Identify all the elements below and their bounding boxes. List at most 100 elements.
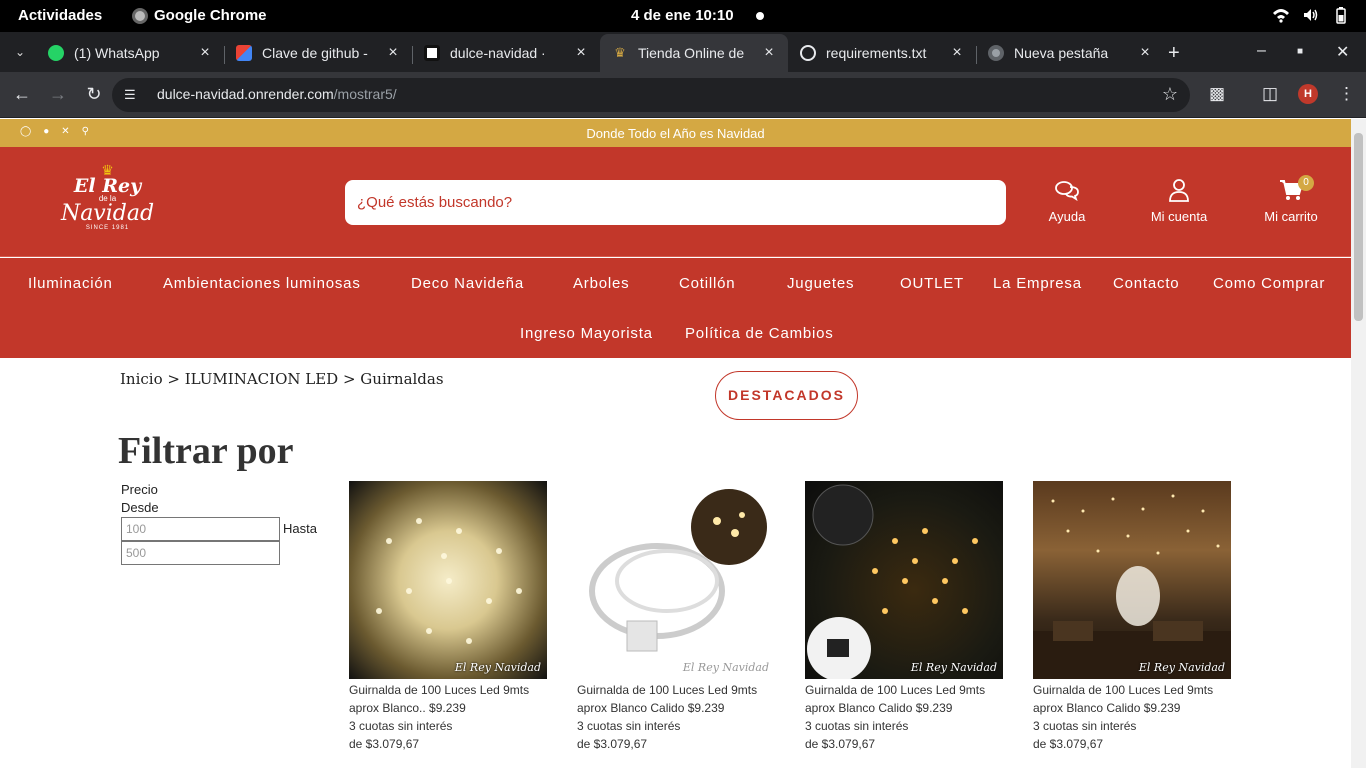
product-installment-price: de $3.079,67	[577, 737, 648, 751]
cart-button[interactable]: Mi carrito 0	[1246, 175, 1336, 224]
promo-bar: ◯ ● ✕ ⚲ Donde Todo el Año es Navidad	[0, 119, 1351, 147]
account-button[interactable]: Mi cuenta	[1134, 177, 1224, 224]
product-image[interactable]: El Rey Navidad	[805, 481, 1003, 679]
tab-tienda-online[interactable]: ♛ Tienda Online de ×	[600, 34, 788, 72]
bookmark-star-icon[interactable]: ☆	[1162, 84, 1178, 105]
product-image[interactable]: El Rey Navidad	[349, 481, 547, 679]
menu-item-ingreso-mayorista[interactable]: Ingreso Mayorista	[520, 325, 653, 342]
tab-whatsapp[interactable]: (1) WhatsApp ×	[36, 34, 224, 72]
menu-item-contacto[interactable]: Contacto	[1113, 275, 1179, 292]
tab-title: Tienda Online de	[638, 45, 745, 61]
web-page: ◯ ● ✕ ⚲ Donde Todo el Año es Navidad ♛ E…	[0, 119, 1351, 768]
menu-item-politica-cambios[interactable]: Política de Cambios	[685, 325, 834, 342]
app-menu[interactable]: Google Chrome	[132, 7, 267, 24]
cart-icon	[1246, 177, 1336, 203]
help-button[interactable]: Ayuda	[1022, 177, 1112, 224]
product-name[interactable]: Guirnalda de 100 Luces Led 9mts aprox Bl…	[1033, 681, 1232, 717]
close-tab-icon[interactable]: ×	[384, 44, 402, 62]
menu-item-iluminacion[interactable]: Iluminación	[28, 275, 113, 292]
event-hall-lights-illustration	[1033, 494, 1231, 679]
product-image[interactable]: El Rey Navidad	[1033, 481, 1231, 679]
destacados-button[interactable]: DESTACADOS	[715, 371, 858, 420]
forward-icon[interactable]: →	[47, 84, 69, 105]
menu-item-deco-navidena[interactable]: Deco Navideña	[411, 275, 524, 292]
url-path: /mostrar5/	[333, 86, 397, 102]
chrome-menu-icon[interactable]: ⋮	[1338, 84, 1355, 104]
crown-icon: ♛	[614, 45, 626, 60]
url-host: dulce-navidad.onrender.com	[157, 86, 334, 102]
site-header: ♛ El Rey de la Navidad SINCE 1981 Ayuda …	[0, 147, 1351, 257]
menu-item-la-empresa[interactable]: La Empresa	[993, 275, 1082, 292]
back-icon[interactable]: ←	[11, 84, 33, 105]
minimize-icon[interactable]: –	[1257, 42, 1266, 60]
menu-item-cotillon[interactable]: Cotillón	[679, 275, 735, 292]
tab-search-button[interactable]: ⌄	[10, 42, 30, 62]
tab-render[interactable]: dulce-navidad · ×	[412, 34, 600, 72]
menu-item-juguetes[interactable]: Juguetes	[787, 275, 854, 292]
volume-icon	[1304, 9, 1318, 21]
extensions-icon[interactable]: ▩	[1209, 84, 1225, 104]
tab-title: Nueva pestaña	[1014, 45, 1109, 61]
close-window-icon[interactable]: ✕	[1336, 42, 1349, 62]
search-input[interactable]	[345, 180, 1006, 225]
reload-icon[interactable]: ↻	[83, 84, 105, 105]
clock[interactable]: 4 de ene 10:10	[631, 7, 734, 24]
product-card[interactable]: El Rey Navidad Guirnalda de 100 Luces Le…	[1033, 481, 1232, 753]
logo-watermark: El Rey Navidad	[682, 661, 769, 674]
menu-item-outlet[interactable]: OUTLET	[900, 275, 964, 292]
from-label: Desde	[121, 500, 159, 515]
system-tray[interactable]	[1272, 6, 1350, 24]
product-card[interactable]: El Rey Navidad Guirnalda de 100 Luces Le…	[805, 481, 1004, 753]
product-name[interactable]: Guirnalda de 100 Luces Led 9mts aprox Bl…	[577, 681, 776, 717]
close-tab-icon[interactable]: ×	[948, 44, 966, 62]
product-installment-price: de $3.079,67	[1033, 737, 1104, 751]
system-top-bar: Actividades Google Chrome 4 de ene 10:10	[0, 0, 1366, 32]
scrollbar-thumb[interactable]	[1354, 133, 1363, 321]
chrome-icon	[132, 7, 148, 24]
address-bar[interactable]: ☰ dulce-navidad.onrender.com/mostrar5/ ☆	[112, 78, 1190, 112]
breadcrumb[interactable]: Inicio > ILUMINACION LED > Guirnaldas	[120, 370, 444, 388]
wifi-icon	[1273, 9, 1289, 23]
page-scrollbar[interactable]	[1351, 119, 1366, 768]
warm-lights-illustration	[807, 484, 978, 679]
menu-item-arboles[interactable]: Arboles	[573, 275, 629, 292]
tab-gmail[interactable]: Clave de github - ×	[224, 34, 412, 72]
price-to-input[interactable]	[121, 541, 280, 565]
close-tab-icon[interactable]: ×	[760, 44, 778, 62]
notification-dot	[756, 12, 764, 20]
close-tab-icon[interactable]: ×	[572, 44, 590, 62]
cart-label: Mi carrito	[1264, 209, 1318, 224]
product-card[interactable]: El Rey Navidad Guirnalda de 100 Luces Le…	[577, 481, 776, 753]
product-installments: 3 cuotas sin interés	[1033, 719, 1137, 733]
profile-avatar[interactable]: H	[1298, 84, 1318, 104]
product-installments: 3 cuotas sin interés	[805, 719, 909, 733]
price-from-input[interactable]	[121, 517, 280, 541]
product-name[interactable]: Guirnalda de 100 Luces Led 9mts aprox Bl…	[805, 681, 1004, 717]
whatsapp-icon	[48, 45, 64, 61]
filter-title: Filtrar por	[118, 430, 294, 472]
menu-item-ambientaciones[interactable]: Ambientaciones luminosas	[163, 275, 361, 292]
logo-line-1: El Rey	[73, 175, 142, 197]
logo-watermark: El Rey Navidad	[1138, 661, 1225, 674]
site-info-icon[interactable]: ☰	[124, 87, 140, 103]
user-icon	[1134, 177, 1224, 203]
menu-item-como-comprar[interactable]: Como Comprar	[1213, 275, 1325, 292]
site-logo[interactable]: ♛ El Rey de la Navidad SINCE 1981	[50, 163, 165, 243]
product-name[interactable]: Guirnalda de 100 Luces Led 9mts aprox Bl…	[349, 681, 548, 717]
side-panel-icon[interactable]: ◫	[1262, 84, 1278, 104]
maximize-icon[interactable]: ■	[1297, 46, 1303, 57]
close-tab-icon[interactable]: ×	[1136, 44, 1154, 62]
close-tab-icon[interactable]: ×	[196, 44, 214, 62]
product-image[interactable]: El Rey Navidad	[577, 481, 775, 679]
tab-github[interactable]: requirements.txt ×	[788, 34, 976, 72]
tab-strip: ⌄ (1) WhatsApp × Clave de github - × dul…	[0, 32, 1366, 72]
activities-button[interactable]: Actividades	[18, 7, 102, 24]
url-text[interactable]: dulce-navidad.onrender.com/mostrar5/	[157, 86, 397, 102]
product-card[interactable]: El Rey Navidad Guirnalda de 100 Luces Le…	[349, 481, 548, 753]
battery-icon	[1336, 7, 1346, 24]
new-tab-button[interactable]: +	[1168, 42, 1180, 65]
gmail-icon	[236, 45, 252, 61]
tab-new-tab[interactable]: Nueva pestaña ×	[976, 34, 1164, 72]
chrome-icon	[988, 45, 1004, 61]
tab-title: dulce-navidad ·	[450, 45, 546, 61]
